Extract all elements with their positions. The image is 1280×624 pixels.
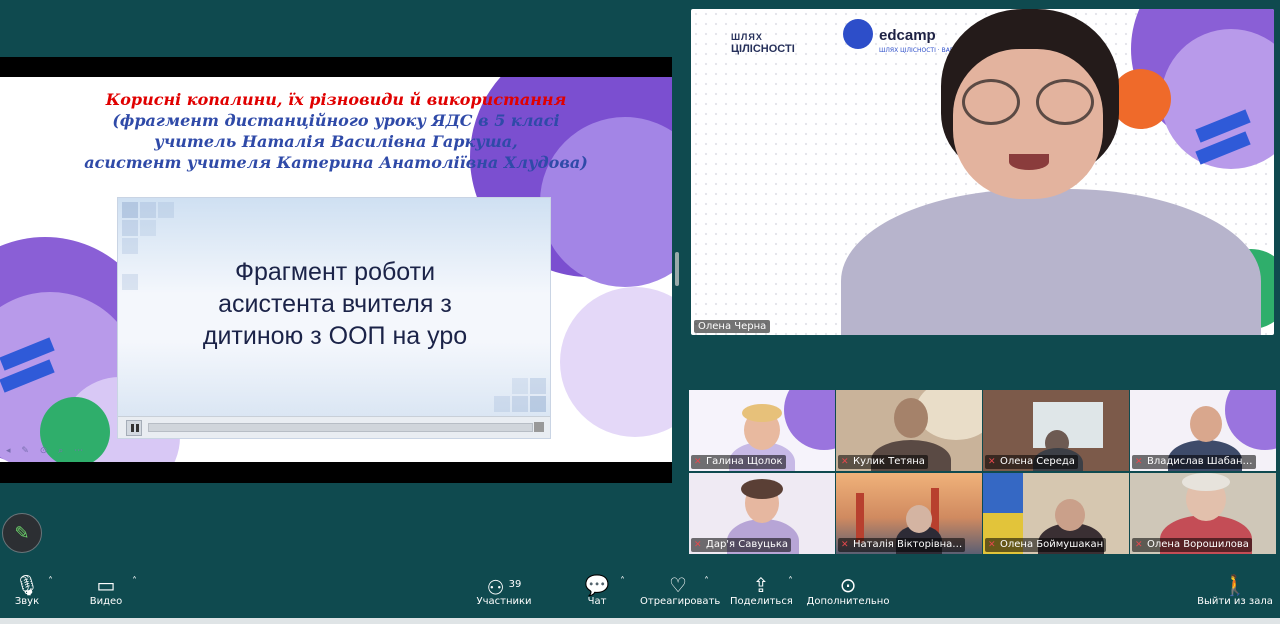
slide-toolbar[interactable]: ◂ ✎ ⊙ ⌕ ⋯	[6, 446, 87, 456]
sound-options-caret[interactable]: ˄	[48, 576, 53, 587]
slide-title: Корисні копалини, їх різновиди й викорис…	[105, 90, 567, 109]
active-speaker-video[interactable]: ШЛЯХ ЦІЛІСНОСТІ edcamp ШЛЯХ ЦІЛІСНОСТІ ·…	[691, 9, 1274, 335]
mic-muted-icon: ✕	[988, 540, 996, 550]
video-seek-bar[interactable]	[148, 423, 533, 432]
embedded-video[interactable]: Фрагмент роботи асистента вчителя з дити…	[117, 197, 551, 439]
chat-icon: 💬	[584, 573, 610, 597]
video-controls	[118, 416, 550, 438]
bottom-strip	[0, 618, 1280, 624]
more-icon: ⊙	[839, 573, 857, 597]
react-options-caret[interactable]: ˄	[704, 576, 709, 587]
sound-button[interactable]: 🎙 Звук	[6, 568, 48, 618]
leave-icon: 🚶	[1222, 573, 1248, 597]
mic-muted-icon: ✕	[694, 540, 702, 550]
volume-icon[interactable]	[534, 422, 544, 432]
participant-tile[interactable]: ✕ Олена Боймушакан	[983, 473, 1129, 554]
speaker-name-label: Олена Черна	[694, 320, 771, 333]
mic-muted-icon: ✕	[841, 457, 849, 467]
participant-name: ✕ Галина Щолок	[691, 455, 786, 469]
chat-button[interactable]: 💬 Чат	[582, 568, 612, 618]
share-screen-icon: ⇪	[752, 573, 770, 597]
slide-subtitle-1: (фрагмент дистанційного уроку ЯДС в 5 кл…	[112, 111, 560, 130]
participant-tile[interactable]: ✕ Галина Щолок	[689, 390, 835, 471]
participant-tile[interactable]: ✕ Наталія Вікторівна…	[836, 473, 982, 554]
participant-name: ✕ Олена Боймушакан	[985, 538, 1107, 552]
participant-tile[interactable]: ✕ Дар'я Савуцька	[689, 473, 835, 554]
mic-muted-icon: ✕	[988, 457, 996, 467]
participant-tile[interactable]: ✕ Кулик Тетяна	[836, 390, 982, 471]
mic-muted-icon: ✕	[694, 457, 702, 467]
pen-icon: ✎	[14, 522, 30, 544]
leave-button[interactable]: 🚶 Выйти из зала	[1196, 568, 1274, 618]
presentation-slide: Корисні копалини, їх різновиди й викорис…	[0, 77, 672, 462]
camera-icon: ▭	[96, 573, 116, 597]
meeting-toolbar: 🎙 Звук ˄ ▭ Видео ˄ ⚇ 39 Участники 💬 Чат ˄…	[0, 568, 1280, 618]
participant-name: ✕ Владислав Шабан…	[1132, 455, 1256, 469]
participants-count: 39	[508, 579, 522, 590]
pause-icon[interactable]	[126, 420, 142, 436]
shared-screen: Корисні копалини, їх різновиди й викорис…	[0, 57, 672, 483]
video-options-caret[interactable]: ˄	[132, 576, 137, 587]
video-caption: Фрагмент роботи асистента вчителя з дити…	[202, 258, 468, 350]
participant-tile[interactable]: ✕ Олена Ворошилова	[1130, 473, 1276, 554]
split-resize-handle[interactable]	[675, 252, 679, 286]
share-button[interactable]: ⇪ Поделиться	[730, 568, 793, 618]
participant-name: ✕ Олена Середа	[985, 455, 1078, 469]
participants-icon: ⚇ 39	[486, 575, 522, 600]
share-options-caret[interactable]: ˄	[788, 576, 793, 587]
video-button[interactable]: ▭ Видео	[84, 568, 128, 618]
mic-muted-icon: ✕	[1135, 540, 1143, 550]
participant-name: ✕ Кулик Тетяна	[838, 455, 928, 469]
participant-tile[interactable]: ✕ Олена Середа	[983, 390, 1129, 471]
participant-name: ✕ Наталія Вікторівна…	[838, 538, 966, 552]
more-button[interactable]: ⊙ Дополнительно	[806, 568, 890, 618]
slide-subtitle-3: асистент учителя Катерина Анатоліївна Хл…	[84, 153, 588, 172]
slide-subtitle-2: учитель Наталія Василівна Гаркуша,	[154, 132, 518, 151]
shlyah-logo: ШЛЯХ ЦІЛІСНОСТІ	[731, 32, 795, 55]
edcamp-logo-icon	[843, 19, 873, 49]
participant-tile[interactable]: ✕ Владислав Шабан…	[1130, 390, 1276, 471]
participants-button[interactable]: ⚇ 39 Участники	[474, 568, 534, 618]
participant-name: ✕ Дар'я Савуцька	[691, 538, 792, 552]
mic-muted-icon: ✕	[841, 540, 849, 550]
chat-options-caret[interactable]: ˄	[620, 576, 625, 587]
annotate-pen-button[interactable]: ✎	[2, 513, 42, 553]
participant-name: ✕ Олена Ворошилова	[1132, 538, 1252, 552]
mic-muted-icon: 🎙	[14, 573, 40, 597]
mic-muted-icon: ✕	[1135, 457, 1143, 467]
